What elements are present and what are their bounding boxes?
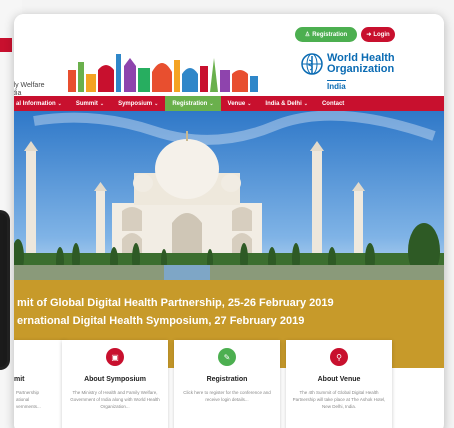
nav-item-label: Symposium bbox=[118, 100, 153, 107]
nav-item-label: Contact bbox=[321, 100, 345, 107]
card-title: mit bbox=[14, 376, 25, 383]
india-skyline-logo bbox=[64, 54, 264, 96]
summit-title: mit of Global Digital Health Partnership… bbox=[17, 297, 334, 309]
edit-icon: ✎ bbox=[218, 348, 236, 366]
main-navigation: al Information ⌄ Summit ⌄ Symposium ⌄ Re… bbox=[14, 96, 444, 111]
nav-item-venue[interactable]: Venue ⌄ bbox=[221, 96, 259, 111]
nav-item-label: Registration bbox=[172, 100, 208, 107]
login-button-label: Login bbox=[373, 31, 390, 38]
card-title: Registration bbox=[206, 376, 248, 383]
site-header: ily Welfare dia ♙ bbox=[14, 14, 444, 97]
chevron-down-icon: ⌄ bbox=[99, 100, 105, 107]
nav-item-symposium[interactable]: Symposium ⌄ bbox=[111, 96, 165, 111]
taj-mahal-hero-image bbox=[14, 111, 444, 291]
hero-slider: › bbox=[14, 111, 444, 291]
chevron-down-icon: ⌄ bbox=[57, 100, 62, 107]
registration-button-label: Registration bbox=[312, 31, 348, 38]
login-button[interactable]: ➜ Login bbox=[361, 27, 395, 42]
website-preview-card: ily Welfare dia ♙ bbox=[14, 14, 444, 428]
chevron-down-icon: ⌄ bbox=[247, 100, 252, 107]
nav-item-label: al Information bbox=[16, 100, 56, 107]
who-country-label: India bbox=[327, 80, 346, 91]
symposium-title: ernational Digital Health Symposium, 27 … bbox=[17, 315, 305, 327]
card-registration[interactable]: ✎ Registration Click here to register fo… bbox=[174, 340, 280, 428]
card-about-venue[interactable]: ⚲ About Venue The 4th Summit of Global D… bbox=[286, 340, 392, 428]
presentation-icon: ▣ bbox=[106, 348, 124, 366]
nav-item-contact[interactable]: Contact bbox=[315, 96, 351, 111]
registration-button[interactable]: ♙ Registration bbox=[295, 27, 357, 42]
user-plus-icon: ♙ bbox=[304, 32, 311, 38]
who-emblem-icon bbox=[301, 53, 323, 75]
map-marker-icon: ⚲ bbox=[330, 348, 348, 366]
background-red-tab bbox=[0, 38, 12, 52]
who-organization-name: World Health Organization bbox=[327, 53, 395, 75]
card-description: The Ministry of Health and Family Welfar… bbox=[70, 390, 160, 409]
card-description: Partnership ational vernments... bbox=[16, 390, 41, 409]
nav-item-label: India & Delhi bbox=[265, 100, 302, 107]
chevron-down-icon: ⌄ bbox=[209, 100, 214, 107]
nav-item-india-delhi[interactable]: India & Delhi ⌄ bbox=[258, 96, 315, 111]
card-summit[interactable]: mit Partnership ational vernments... bbox=[14, 340, 66, 428]
nav-item-label: Venue bbox=[227, 100, 246, 107]
chevron-down-icon: ⌄ bbox=[154, 100, 159, 107]
nav-item-label: Summit bbox=[75, 100, 98, 107]
card-title: About Symposium bbox=[84, 376, 146, 383]
sign-in-icon: ➜ bbox=[366, 32, 372, 38]
card-description: Click here to register for the conferenc… bbox=[183, 390, 271, 402]
nav-item-general-information[interactable]: al Information ⌄ bbox=[14, 96, 69, 111]
nav-item-registration[interactable]: Registration ⌄ bbox=[165, 96, 221, 111]
card-description: The 4th Summit of Global Digital Health … bbox=[292, 390, 386, 409]
screenshot-stage: ily Welfare dia ♙ bbox=[0, 0, 454, 428]
card-title: About Venue bbox=[317, 376, 361, 383]
chevron-down-icon: ⌄ bbox=[303, 100, 308, 107]
card-about-symposium[interactable]: ▣ About Symposium The Ministry of Health… bbox=[62, 340, 168, 428]
who-name-line2: Organization bbox=[327, 63, 395, 75]
background-phone-mockup bbox=[0, 210, 10, 370]
nav-item-summit[interactable]: Summit ⌄ bbox=[69, 96, 111, 111]
